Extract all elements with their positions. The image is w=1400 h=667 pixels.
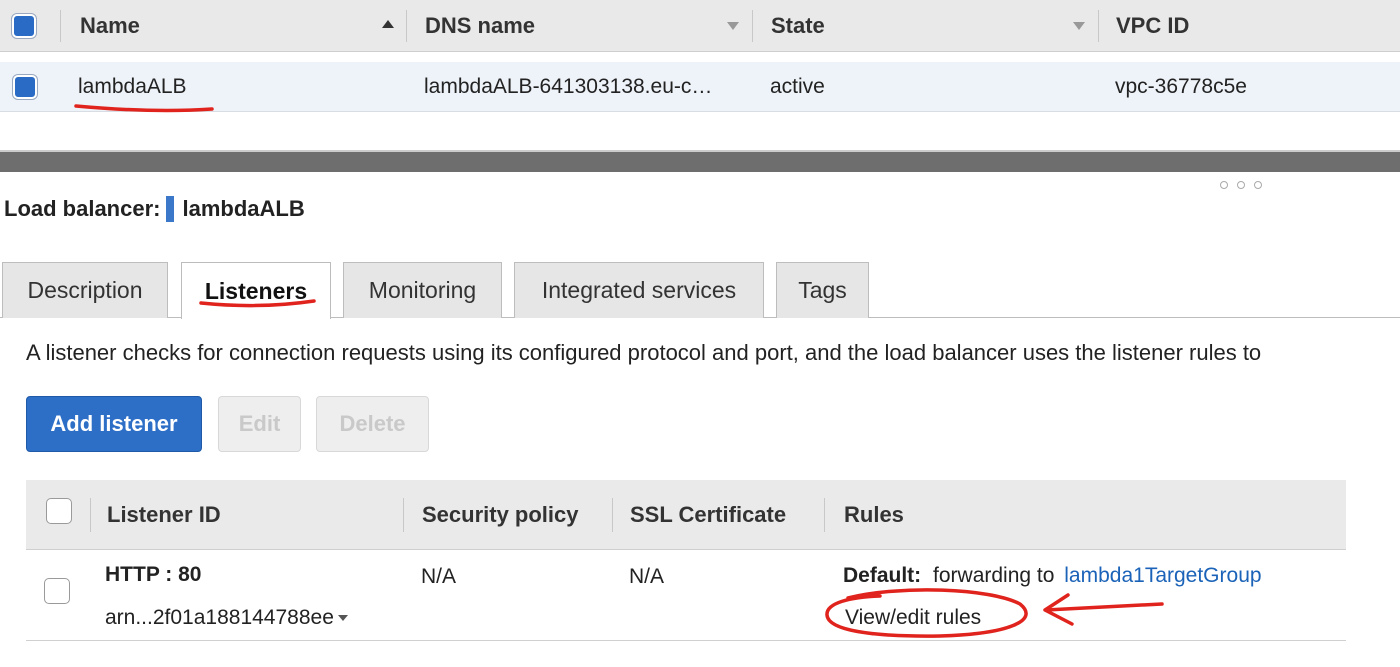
details-title-label: Load balancer: xyxy=(4,196,161,221)
select-all-listeners-checkbox[interactable] xyxy=(46,498,72,524)
resize-grip-icon[interactable] xyxy=(1220,181,1228,189)
column-header-dns-name[interactable]: DNS name xyxy=(425,0,535,52)
ssl-certificate-value: N/A xyxy=(629,565,665,588)
tab-description[interactable]: Description xyxy=(2,262,168,318)
column-divider xyxy=(90,498,91,532)
rules-default-label: Default: xyxy=(843,564,922,587)
listener-info-text: A listener checks for connection request… xyxy=(26,340,1262,365)
table-row[interactable]: HTTP : 80 arn...2f01a188144788ee N/A N/A… xyxy=(26,551,1346,641)
details-tabs: Description Listeners Monitoring Integra… xyxy=(0,262,1400,319)
listener-row-checkbox[interactable] xyxy=(44,578,70,604)
lb-state: active xyxy=(770,75,825,98)
sort-icon[interactable] xyxy=(727,22,739,30)
delete-button[interactable]: Delete xyxy=(316,396,429,452)
lb-vpc-id: vpc-36778c5e xyxy=(1115,75,1247,98)
resize-grip-icon[interactable] xyxy=(1237,181,1245,189)
tab-tags[interactable]: Tags xyxy=(776,262,869,318)
column-divider xyxy=(1098,10,1099,42)
edit-button[interactable]: Edit xyxy=(218,396,301,452)
details-title: Load balancer: lambdaALB xyxy=(4,196,305,222)
select-all-checkbox[interactable] xyxy=(12,14,36,38)
lb-dns-name: lambdaALB-641303138.eu-c… xyxy=(424,75,713,98)
lb-name: lambdaALB xyxy=(78,75,187,98)
column-header-name[interactable]: Name xyxy=(80,0,140,52)
tab-monitoring[interactable]: Monitoring xyxy=(343,262,502,318)
tab-integrated-services[interactable]: Integrated services xyxy=(514,262,764,318)
details-title-value: lambdaALB xyxy=(182,196,305,221)
listener-protocol-port: HTTP : 80 xyxy=(105,563,202,586)
tab-listeners[interactable]: Listeners xyxy=(181,262,331,319)
column-header-security-policy[interactable]: Security policy xyxy=(422,480,579,550)
listener-arn-text: arn...2f01a188144788ee xyxy=(105,606,334,629)
listeners-table-header: Listener ID Security policy SSL Certific… xyxy=(26,480,1346,550)
column-divider xyxy=(60,10,61,42)
column-divider xyxy=(612,498,613,532)
add-listener-button[interactable]: Add listener xyxy=(26,396,202,452)
view-edit-rules-link[interactable]: View/edit rules xyxy=(845,606,981,630)
column-header-ssl-certificate[interactable]: SSL Certificate xyxy=(630,480,786,550)
selection-marker-icon xyxy=(166,196,175,222)
chevron-down-icon[interactable] xyxy=(337,615,348,622)
column-header-listener-id[interactable]: Listener ID xyxy=(107,480,221,550)
column-divider xyxy=(403,498,404,532)
listener-arn[interactable]: arn...2f01a188144788ee xyxy=(105,606,348,630)
rules-forwarding-text: forwarding to xyxy=(933,564,1055,587)
column-header-state[interactable]: State xyxy=(771,0,825,52)
table-header: Name DNS name State VPC ID xyxy=(0,0,1400,52)
rules-default: Default: forwarding to lambda1TargetGrou… xyxy=(843,564,1262,588)
row-checkbox[interactable] xyxy=(13,75,37,99)
security-policy-value: N/A xyxy=(421,565,457,588)
column-divider xyxy=(824,498,825,532)
target-group-link[interactable]: lambda1TargetGroup xyxy=(1064,564,1261,587)
column-divider xyxy=(752,10,753,42)
column-header-vpc-id[interactable]: VPC ID xyxy=(1116,0,1189,52)
sort-ascending-icon[interactable] xyxy=(382,20,394,28)
sort-icon[interactable] xyxy=(1073,22,1085,30)
column-header-rules[interactable]: Rules xyxy=(844,480,904,550)
column-divider xyxy=(406,10,407,42)
panel-splitter[interactable] xyxy=(0,150,1400,172)
table-row[interactable]: lambdaALB lambdaALB-641303138.eu-c… acti… xyxy=(0,62,1400,112)
resize-grip-icon[interactable] xyxy=(1254,181,1262,189)
